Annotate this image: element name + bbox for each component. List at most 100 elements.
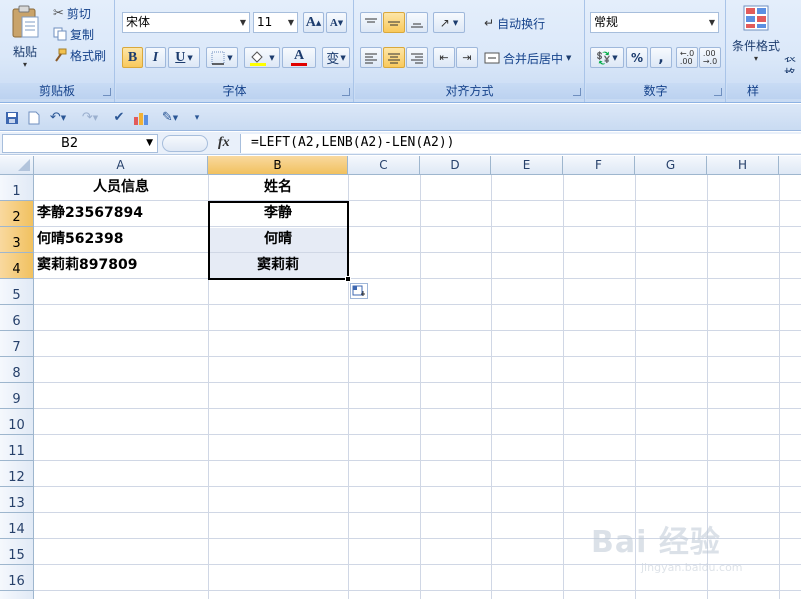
row-header-3[interactable]: 3	[0, 227, 34, 253]
gridline	[420, 175, 421, 599]
row-header-9[interactable]: 9	[0, 383, 34, 409]
borders-icon	[211, 51, 225, 65]
undo-icon: ↶	[49, 110, 61, 125]
fill-handle[interactable]	[345, 276, 351, 282]
column-header-f[interactable]: F	[563, 156, 635, 175]
column-header-d[interactable]: D	[420, 156, 491, 175]
redo-button[interactable]: ↷ ▼	[78, 110, 102, 125]
align-right-button[interactable]	[406, 47, 428, 68]
align-center-button[interactable]	[383, 47, 405, 68]
underline-button[interactable]: U ▼	[168, 47, 200, 68]
save-icon[interactable]	[4, 110, 20, 125]
new-document-icon[interactable]	[26, 110, 42, 125]
grow-font-button[interactable]: A ▲	[303, 12, 324, 33]
column-header-h[interactable]: H	[707, 156, 779, 175]
column-header-c[interactable]: C	[348, 156, 420, 175]
wrap-text-button[interactable]: ↵ 自动换行	[483, 13, 563, 33]
phonetic-button[interactable]: 变 ▼	[322, 47, 350, 68]
merge-cells-icon	[484, 52, 500, 64]
row-header-6[interactable]: 6	[0, 305, 34, 331]
column-header-a[interactable]: A	[34, 156, 208, 175]
paste-button[interactable]: 粘贴 ▾	[4, 2, 46, 72]
chevron-down-icon: ▼	[612, 53, 618, 62]
cell-b1[interactable]: 姓名	[208, 175, 348, 200]
format-painter-button[interactable]: 格式刷	[52, 46, 112, 64]
paint-bucket-icon	[250, 50, 267, 66]
phonetic-icon: 变	[326, 52, 340, 67]
formula-bar-splitter[interactable]	[162, 135, 208, 152]
row-header-13[interactable]: 13	[0, 487, 34, 513]
conditional-format-button[interactable]: 条件格式 ▾	[727, 2, 785, 72]
orientation-button[interactable]: ↗ ▼	[433, 12, 465, 33]
shrink-font-button[interactable]: A ▼	[326, 12, 347, 33]
row-header-5[interactable]: 5	[0, 279, 34, 305]
cell-a4[interactable]: 窦莉莉897809	[37, 253, 207, 278]
row-header-17[interactable]: 17	[0, 591, 34, 599]
row-header-14[interactable]: 14	[0, 513, 34, 539]
row-header-2[interactable]: 2	[0, 201, 34, 227]
draw-button[interactable]: ✎ ▼	[156, 110, 184, 125]
font-launcher-icon[interactable]	[342, 88, 350, 96]
merge-center-button[interactable]: 合并后居中 ▼	[483, 48, 581, 68]
number-format-combo[interactable]: 常规 ▼	[590, 12, 719, 33]
number-launcher-icon[interactable]	[714, 88, 722, 96]
comma-button[interactable]: ,	[650, 47, 672, 68]
underline-icon: U	[175, 49, 186, 65]
bold-button[interactable]: B	[122, 47, 143, 68]
align-left-button[interactable]	[360, 47, 382, 68]
chart-icon[interactable]	[132, 110, 150, 125]
cell-a1[interactable]: 人员信息	[34, 175, 208, 200]
font-size-combo[interactable]: 11 ▼	[253, 12, 298, 33]
insert-function-icon[interactable]: fx	[218, 135, 230, 151]
percent-button[interactable]: %	[626, 47, 648, 68]
column-header-e[interactable]: E	[491, 156, 563, 175]
number-group: 常规 ▼ 💱 ▼ % , ←.0.00 .00 →.0 数字	[586, 0, 726, 102]
formula-input[interactable]: =LEFT(A2,LENB(A2)-LEN(A2))	[240, 134, 801, 153]
row-header-1[interactable]: 1	[0, 175, 34, 201]
alignment-launcher-icon[interactable]	[573, 88, 581, 96]
font-color-button[interactable]: A	[282, 47, 316, 68]
gridline	[34, 590, 801, 591]
row-header-10[interactable]: 10	[0, 409, 34, 435]
grow-font-icon: A	[305, 14, 316, 30]
chevron-down-icon: ▼	[287, 18, 294, 27]
chevron-down-icon: ▼	[239, 18, 246, 27]
copy-icon	[53, 27, 67, 41]
row-header-12[interactable]: 12	[0, 461, 34, 487]
auto-fill-options-button[interactable]	[350, 283, 368, 299]
spell-check-icon[interactable]: ✔	[110, 110, 128, 125]
format-as-table-button[interactable]: 表格	[783, 56, 801, 74]
align-middle-button[interactable]	[383, 12, 405, 33]
copy-button[interactable]: 复制	[52, 25, 112, 43]
currency-button[interactable]: 💱 ▼	[590, 47, 624, 68]
font-color-icon: A	[293, 48, 305, 63]
increase-decimal-button[interactable]: ←.0.00	[676, 47, 698, 68]
row-header-7[interactable]: 7	[0, 331, 34, 357]
customize-toolbar-icon[interactable]: ▾	[190, 110, 204, 125]
borders-button[interactable]: ▼	[206, 47, 238, 68]
row-header-16[interactable]: 16	[0, 565, 34, 591]
align-top-button[interactable]	[360, 12, 382, 33]
column-header-partial[interactable]	[779, 156, 801, 175]
decrease-indent-button[interactable]: ⇤	[433, 47, 455, 68]
row-header-8[interactable]: 8	[0, 357, 34, 383]
row-header-4[interactable]: 4	[0, 253, 34, 279]
column-header-g[interactable]: G	[635, 156, 707, 175]
font-name-combo[interactable]: 宋体 ▼	[122, 12, 250, 33]
align-bottom-button[interactable]	[406, 12, 428, 33]
undo-button[interactable]: ↶ ▼	[46, 110, 70, 125]
name-box[interactable]: B2 ▼	[2, 134, 158, 153]
italic-button[interactable]: I	[145, 47, 166, 68]
cell-a3[interactable]: 何晴562398	[37, 227, 207, 252]
fill-color-button[interactable]: ▼	[244, 47, 280, 68]
increase-indent-button[interactable]: ⇥	[456, 47, 478, 68]
column-header-b[interactable]: B	[208, 156, 348, 175]
cut-button[interactable]: ✂ 剪切	[52, 4, 112, 22]
clipboard-launcher-icon[interactable]	[103, 88, 111, 96]
select-all-corner[interactable]	[0, 156, 34, 175]
paste-label: 粘贴	[12, 45, 37, 59]
row-header-15[interactable]: 15	[0, 539, 34, 565]
row-header-11[interactable]: 11	[0, 435, 34, 461]
cell-a2[interactable]: 李静23567894	[37, 201, 207, 226]
decrease-decimal-button[interactable]: .00 →.0	[699, 47, 721, 68]
